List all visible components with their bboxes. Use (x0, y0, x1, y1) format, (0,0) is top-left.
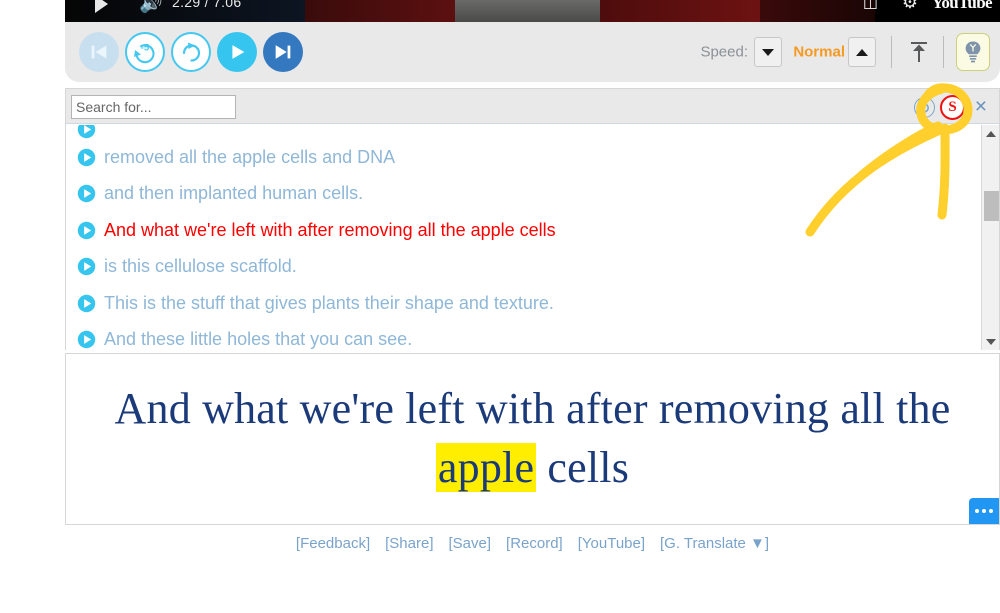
repeat-icon (182, 42, 201, 62)
triangle-down-icon (762, 48, 774, 56)
transcript-line[interactable]: and then implanted human cells. (66, 176, 981, 213)
replay-5-icon: -5 (134, 43, 155, 64)
transcript-line-text: And these little holes that you can see. (104, 329, 413, 350)
hint-lightbulb-button[interactable] (956, 33, 990, 71)
transcript-line-text: This is the stuff that gives plants thei… (104, 292, 554, 313)
transcript-line[interactable]: And these little holes that you can see. (66, 322, 981, 351)
scroll-up-button[interactable] (982, 125, 1000, 142)
scroll-down-arrow-icon (986, 338, 996, 345)
rewind-5-button[interactable]: -5 (125, 32, 165, 72)
triangle-up-icon (856, 48, 868, 56)
transcript-line-active[interactable]: And what we're left with after removing … (66, 212, 981, 249)
caption-display: And what we're left with after removing … (65, 353, 1000, 525)
line-play-icon (77, 294, 96, 312)
video-volume-icon[interactable]: 🔊 (139, 0, 163, 13)
transcript-panel: S × removed all the apple cells and DNA (65, 88, 1000, 350)
toolbar-divider (943, 36, 944, 68)
line-play-icon (77, 331, 96, 349)
transcript-line-text: And what we're left with after removing … (104, 219, 556, 240)
closed-captions-icon[interactable]: ◫ (863, 0, 878, 11)
video-frame-band (760, 0, 875, 22)
video-frame-band (455, 0, 600, 22)
caption-text-before: And what we're left with after removing … (114, 384, 951, 434)
save-link[interactable]: [Save] (449, 535, 492, 552)
google-translate-link[interactable]: [G. Translate ▼] (660, 535, 769, 552)
transcript-list[interactable]: removed all the apple cells and DNA and … (66, 125, 981, 350)
youtube-brand-label: YouTube (931, 0, 993, 12)
gear-icon[interactable]: ⚙ (902, 0, 918, 11)
transcript-line-text: removed all the apple cells and DNA (104, 146, 396, 167)
scroll-up-arrow-icon (986, 130, 996, 137)
line-play-icon (77, 258, 96, 276)
video-time-display: 2.29 / 7.06 (172, 0, 242, 10)
upload-arrow-icon (911, 42, 927, 62)
youtube-link[interactable]: [YouTube] (578, 535, 645, 552)
transcript-line-text: is this cellulose scaffold. (104, 256, 297, 277)
scrollbar-thumb[interactable] (984, 191, 999, 221)
refresh-arrow-icon (918, 101, 929, 113)
transcript-line-text: and then implanted human cells. (104, 183, 364, 204)
feedback-link[interactable]: [Feedback] (296, 535, 370, 552)
transcript-line[interactable]: This is the stuff that gives plants thei… (66, 285, 981, 322)
transcript-line-text (104, 125, 109, 139)
caption-highlight-word: apple (435, 443, 537, 492)
play-icon (232, 45, 245, 59)
close-icon[interactable]: × (975, 96, 987, 117)
footer-links: [Feedback] [Share] [Save] [Record] [YouT… (65, 535, 1000, 552)
video-frame-band (305, 0, 455, 22)
lightbulb-icon (965, 41, 981, 63)
speed-decrease-button[interactable] (754, 37, 782, 67)
upload-button[interactable] (906, 37, 932, 67)
playback-toolbar: -5 Speed: Normal (65, 22, 1000, 82)
ellipsis-menu-icon[interactable] (969, 498, 999, 524)
circled-s-icon[interactable]: S (940, 95, 965, 120)
line-play-icon (77, 125, 96, 139)
skip-forward-icon (275, 45, 291, 59)
video-frame-band (600, 0, 760, 22)
speed-increase-button[interactable] (848, 37, 876, 67)
speed-value: Normal (793, 43, 845, 61)
video-player-strip[interactable]: 🔊 2.29 / 7.06 ◫ ⚙ YouTube (65, 0, 1000, 22)
search-row: S × (66, 89, 999, 124)
transcript-line-clipped[interactable] (66, 125, 981, 139)
share-link[interactable]: [Share] (385, 535, 433, 552)
speed-label: Speed: (700, 43, 748, 61)
scroll-down-button[interactable] (982, 333, 1000, 350)
line-play-icon (77, 185, 96, 203)
app-root: 🔊 2.29 / 7.06 ◫ ⚙ YouTube -5 Speed: Norm… (0, 0, 1000, 613)
caption-text-after: cells (536, 443, 630, 492)
skip-back-icon (91, 45, 107, 59)
repeat-button[interactable] (171, 32, 211, 72)
dot (975, 509, 979, 513)
refresh-icon[interactable] (914, 97, 935, 118)
dot (989, 509, 993, 513)
play-button[interactable] (217, 32, 257, 72)
previous-segment-button[interactable] (79, 32, 119, 72)
toolbar-divider (891, 36, 892, 68)
svg-text:-5: -5 (141, 43, 150, 54)
transcript-line[interactable]: is this cellulose scaffold. (66, 249, 981, 286)
next-segment-button[interactable] (263, 32, 303, 72)
transcript-line[interactable]: removed all the apple cells and DNA (66, 139, 981, 176)
line-play-icon (77, 148, 96, 166)
video-play-icon[interactable] (95, 0, 108, 13)
line-play-icon (77, 221, 96, 239)
dot (982, 509, 986, 513)
record-link[interactable]: [Record] (506, 535, 563, 552)
caption-text: And what we're left with after removing … (66, 380, 999, 497)
search-input[interactable] (71, 95, 236, 119)
transcript-scrollbar[interactable] (981, 125, 999, 350)
